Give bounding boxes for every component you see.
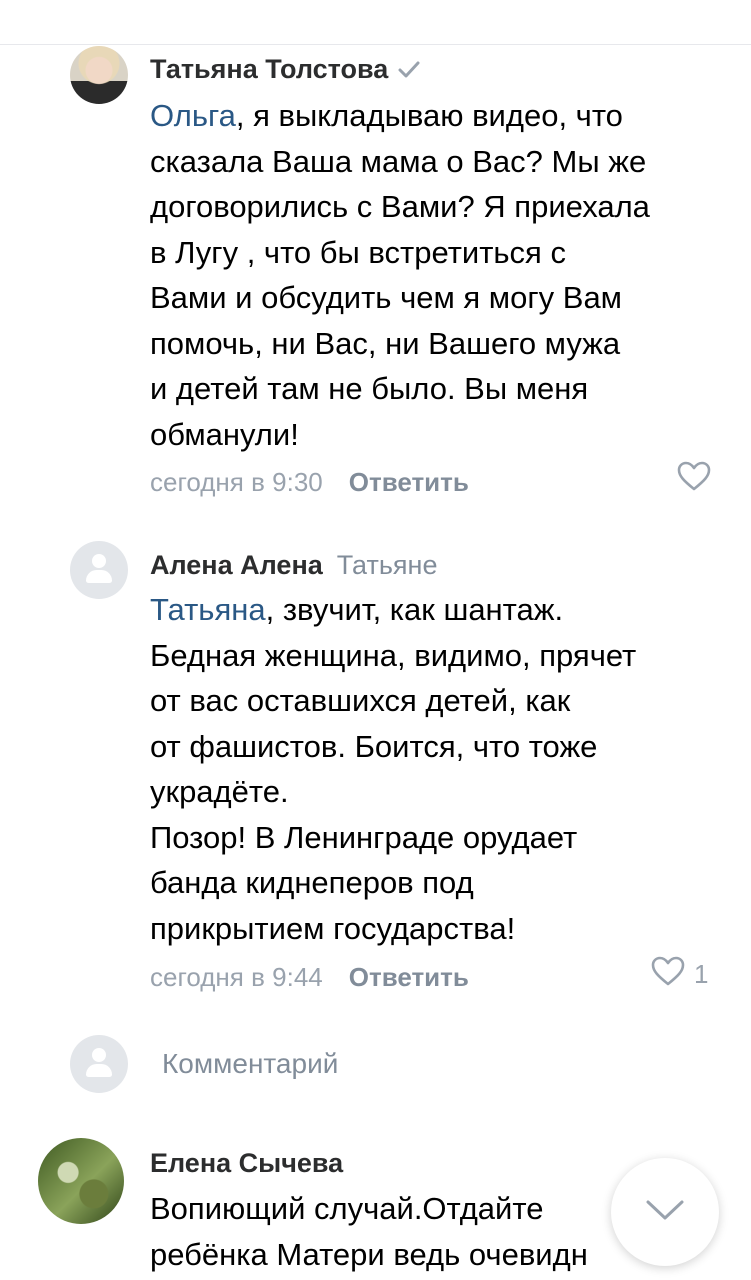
compose-avatar xyxy=(70,1035,128,1093)
heart-icon xyxy=(650,955,686,994)
reply-to-link[interactable]: Татьяне xyxy=(337,550,438,580)
scroll-down-button[interactable] xyxy=(611,1158,719,1266)
verified-icon xyxy=(398,55,420,86)
comment-time[interactable]: сегодня в 9:30 xyxy=(150,467,323,497)
heart-icon xyxy=(676,460,712,499)
avatar[interactable] xyxy=(70,541,128,599)
chevron-down-icon xyxy=(645,1199,685,1226)
comment-meta: сегодня в 9:44 Ответить xyxy=(150,962,469,993)
comment-body: , звучит, как шантаж. Бедная женщина, ви… xyxy=(150,592,637,946)
comment-input[interactable]: Комментарий xyxy=(162,1048,338,1080)
avatar[interactable] xyxy=(70,46,128,104)
like-button[interactable]: 1 xyxy=(650,955,708,994)
comment-meta: сегодня в 9:30 Ответить xyxy=(150,467,469,498)
comment-author[interactable]: Елена Сычева xyxy=(150,1148,343,1179)
like-button[interactable] xyxy=(676,460,712,499)
comment-author[interactable]: Татьяна Толстова xyxy=(150,54,420,86)
author-name[interactable]: Татьяна Толстова xyxy=(150,54,388,84)
reply-button[interactable]: Ответить xyxy=(349,467,469,497)
top-divider xyxy=(0,0,751,45)
comment-author[interactable]: Алена Алена Татьяне xyxy=(150,550,437,581)
comment-body: , я выкладываю видео, что сказала Ваша м… xyxy=(150,98,650,452)
avatar[interactable] xyxy=(38,1138,124,1224)
author-name[interactable]: Елена Сычева xyxy=(150,1148,343,1178)
reply-button[interactable]: Ответить xyxy=(349,962,469,992)
comment-text: Ольга, я выкладываю видео, что сказала В… xyxy=(150,93,720,457)
comment-body: Вопиющий случай.Отдайте ребёнка Матери в… xyxy=(150,1191,588,1272)
mention-link[interactable]: Татьяна xyxy=(150,592,266,627)
like-count: 1 xyxy=(694,959,709,989)
comment-text: Татьяна, звучит, как шантаж. Бедная женщ… xyxy=(150,587,720,951)
comment-time[interactable]: сегодня в 9:44 xyxy=(150,962,323,992)
author-name[interactable]: Алена Алена xyxy=(150,550,323,580)
mention-link[interactable]: Ольга xyxy=(150,98,236,133)
